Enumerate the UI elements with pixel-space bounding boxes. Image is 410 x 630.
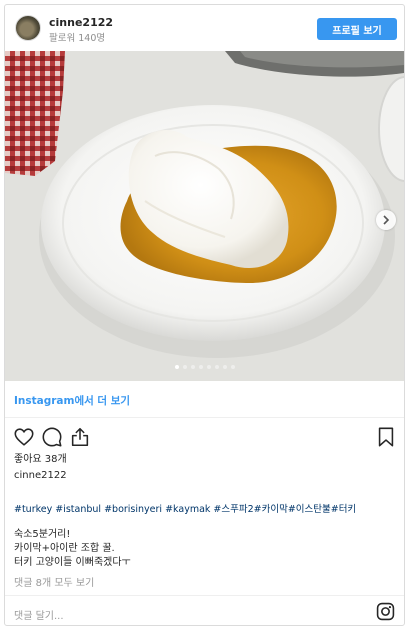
caption-line: 숙소5분거리! (14, 529, 71, 540)
like-count[interactable]: 좋아요 38개 (14, 450, 67, 465)
carousel-dot (230, 365, 235, 369)
kaymak-honey-plate-image (5, 51, 404, 381)
instagram-logo-icon[interactable] (376, 602, 395, 621)
comment-input[interactable]: 댓글 달기... (14, 607, 64, 622)
carousel-dot (222, 365, 227, 369)
post-header: cinne2122 팔로워 140명 프로필 보기 (5, 5, 404, 51)
share-icon[interactable] (69, 426, 91, 448)
caption-author[interactable]: cinne2122 (14, 470, 67, 481)
follower-count: 팔로워 140명 (49, 33, 106, 44)
heart-icon[interactable] (13, 426, 35, 448)
comment-icon[interactable] (41, 426, 63, 448)
carousel-dot (174, 365, 179, 369)
caption-line: 카이막+아이란 조합 꿀. (14, 543, 115, 554)
username[interactable]: cinne2122 (49, 16, 113, 29)
next-slide-button[interactable] (376, 210, 396, 230)
carousel-dot (182, 365, 187, 369)
caption-line: 터키 고양이들 이뻐죽겠다ㅜ (14, 557, 131, 568)
instagram-embed-card: cinne2122 팔로워 140명 프로필 보기 Instagram에서 더 … (4, 4, 405, 626)
post-photo[interactable] (5, 51, 404, 381)
avatar[interactable] (15, 15, 41, 41)
chevron-right-icon (383, 215, 390, 225)
view-on-instagram-link[interactable]: Instagram에서 더 보기 (14, 393, 130, 408)
hashtags[interactable]: #turkey #istanbul #borisinyeri #kaymak #… (14, 501, 356, 515)
action-bar (5, 418, 404, 454)
view-on-instagram-row: Instagram에서 더 보기 (5, 381, 404, 418)
bookmark-icon[interactable] (375, 426, 397, 448)
carousel-dot (198, 365, 203, 369)
carousel-dot (206, 365, 211, 369)
carousel-dot (214, 365, 219, 369)
view-all-comments-link[interactable]: 댓글 8개 모두 보기 (14, 574, 94, 589)
carousel-indicator (5, 365, 404, 369)
carousel-dot (190, 365, 195, 369)
caption-text: 숙소5분거리! 카이막+아이란 조합 꿀. 터키 고양이들 이뻐죽겠다ㅜ (14, 528, 131, 570)
comment-bar: 댓글 달기... (5, 595, 404, 625)
view-profile-button[interactable]: 프로필 보기 (317, 18, 397, 40)
